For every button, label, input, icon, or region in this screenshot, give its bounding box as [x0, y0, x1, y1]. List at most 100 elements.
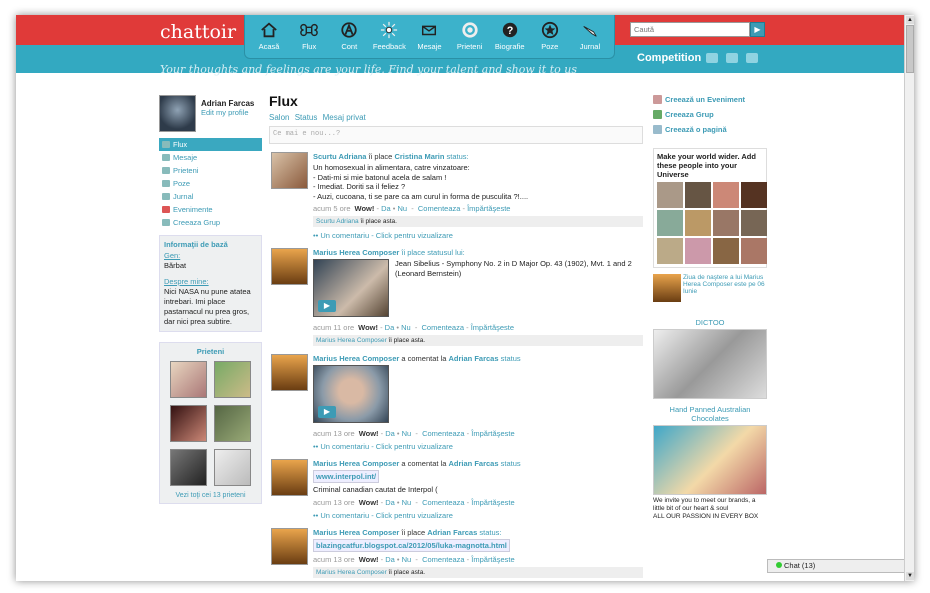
share-link[interactable]: Împărtăşeste [471, 498, 514, 507]
ad-title[interactable]: DICTOO [653, 318, 767, 327]
user-icon[interactable] [706, 53, 718, 63]
post-avatar[interactable] [271, 527, 308, 565]
nav-mesaje[interactable]: Mesaje [409, 15, 449, 58]
vote-yes[interactable]: Da [385, 429, 395, 438]
friend-avatar[interactable] [170, 449, 207, 486]
liker-link[interactable]: Marius Herea Composer [316, 337, 387, 344]
suggested-person[interactable] [657, 238, 683, 264]
nav-flux[interactable]: Flux [289, 15, 329, 58]
menu-jurnal[interactable]: Jurnal [159, 190, 262, 203]
suggested-person[interactable] [741, 210, 767, 236]
vote-no[interactable]: Nu [397, 204, 407, 213]
create-group-link[interactable]: Creeaza Grup [653, 110, 767, 125]
suggested-person[interactable] [741, 182, 767, 208]
video-thumbnail[interactable]: ▶ [313, 259, 389, 317]
post-author[interactable]: Marius Herea Composer [313, 354, 399, 363]
shared-link[interactable]: www.interpol.int/ [313, 470, 380, 483]
ad-image[interactable] [653, 425, 767, 495]
settings-icon[interactable] [746, 53, 758, 63]
create-event-link[interactable]: Creează un Eveniment [653, 95, 767, 110]
suggested-person[interactable] [713, 238, 739, 264]
birthday-notice[interactable]: Ziua de naştere a lui Marius Herea Compo… [653, 274, 767, 304]
search-button[interactable]: ▶ [750, 22, 765, 37]
post-target[interactable]: Adrian Farcas [427, 528, 477, 537]
menu-evenimente[interactable]: Evenimente [159, 203, 262, 216]
ad-title[interactable]: Hand Panned Australian Chocolates [653, 405, 767, 423]
post-target[interactable]: Adrian Farcas [449, 459, 499, 468]
nav-home[interactable]: Acasă [249, 15, 289, 58]
vote-no[interactable]: Nu [401, 323, 411, 332]
liker-link[interactable]: Scurtu Adriana [316, 218, 359, 225]
chat-bar[interactable]: Chat (13) [767, 559, 905, 573]
status-input[interactable]: Ce mai e nou...? [269, 126, 643, 144]
share-link[interactable]: Împărtăşeste [471, 323, 514, 332]
nav-poze[interactable]: Poze [530, 15, 570, 58]
profile-avatar[interactable] [159, 95, 196, 132]
friend-avatar[interactable] [214, 405, 251, 442]
friend-avatar[interactable] [170, 405, 207, 442]
comment-link[interactable]: Comenteaza [418, 204, 461, 213]
vote-yes[interactable]: Da [385, 555, 395, 564]
suggested-person[interactable] [657, 182, 683, 208]
post-author[interactable]: Marius Herea Composer [313, 528, 399, 537]
post-avatar[interactable] [271, 152, 308, 189]
nav-biografie[interactable]: ? Biografie [490, 15, 530, 58]
vote-yes[interactable]: Da [385, 498, 395, 507]
menu-flux[interactable]: Flux [159, 138, 262, 151]
scroll-up-icon[interactable]: ▲ [906, 16, 914, 24]
share-link[interactable]: Împărtăşeste [471, 555, 514, 564]
menu-poze[interactable]: Poze [159, 177, 262, 190]
nav-jurnal[interactable]: Jurnal [570, 15, 610, 58]
view-comment-link[interactable]: •• Un comentariu - Click pentru vizualiz… [313, 231, 643, 240]
post-avatar[interactable] [271, 459, 308, 496]
view-comment-link[interactable]: •• Un comentariu - Click pentru vizualiz… [313, 442, 643, 451]
play-icon[interactable]: ▶ [318, 406, 336, 418]
vote-yes[interactable]: Da [385, 323, 395, 332]
post-avatar[interactable] [271, 248, 308, 285]
search-input[interactable] [630, 22, 750, 37]
post-target[interactable]: Adrian Farcas [449, 354, 499, 363]
scroll-down-icon[interactable]: ▼ [906, 572, 914, 580]
vote-no[interactable]: Nu [402, 429, 412, 438]
suggested-person[interactable] [741, 238, 767, 264]
post-author[interactable]: Scurtu Adriana [313, 152, 366, 161]
all-friends-link[interactable]: Vezi toţi cei 13 prieteni [164, 492, 257, 499]
liker-link[interactable]: Marius Herea Composer [316, 569, 387, 576]
post-avatar[interactable] [271, 354, 308, 391]
scroll-thumb[interactable] [906, 25, 914, 73]
video-thumbnail[interactable]: ▶ [313, 365, 389, 423]
scrollbar[interactable]: ▲ ▼ [904, 15, 914, 581]
tab-salon[interactable]: Salon [269, 113, 289, 122]
vote-no[interactable]: Nu [402, 498, 412, 507]
tab-status[interactable]: Status [295, 113, 318, 122]
comment-link[interactable]: Comenteaza [422, 323, 465, 332]
suggested-person[interactable] [685, 238, 711, 264]
nav-feedback[interactable]: Feedback [369, 15, 409, 58]
tab-mesaj-privat[interactable]: Mesaj privat [323, 113, 366, 122]
comment-link[interactable]: Comenteaza [422, 555, 465, 564]
suggested-person[interactable] [657, 210, 683, 236]
vote-yes[interactable]: Da [381, 204, 391, 213]
suggested-person[interactable] [713, 182, 739, 208]
comment-link[interactable]: Comenteaza [422, 498, 465, 507]
edit-profile-link[interactable]: Edit my profile [201, 108, 249, 117]
play-icon[interactable]: ▶ [318, 300, 336, 312]
suggested-person[interactable] [685, 210, 711, 236]
post-target[interactable]: Cristina Marin [394, 152, 444, 161]
nav-prieteni[interactable]: Prieteni [450, 15, 490, 58]
view-comment-link[interactable]: •• Un comentariu - Click pentru vizualiz… [313, 511, 643, 520]
profile-name[interactable]: Adrian Farcas [201, 99, 254, 108]
share-link[interactable]: Împărtăşeste [467, 204, 510, 213]
suggested-person[interactable] [713, 210, 739, 236]
vote-no[interactable]: Nu [402, 555, 412, 564]
nav-cont[interactable]: Cont [329, 15, 369, 58]
post-author[interactable]: Marius Herea Composer [313, 248, 399, 257]
menu-prieteni[interactable]: Prieteni [159, 164, 262, 177]
site-logo[interactable]: chattoir [160, 21, 236, 43]
friend-avatar[interactable] [214, 449, 251, 486]
share-link[interactable]: Împărtăşeste [471, 429, 514, 438]
suggested-person[interactable] [685, 182, 711, 208]
shared-link[interactable]: blazingcatfur.blogspot.ca/2012/05/luka-m… [313, 538, 510, 552]
friend-avatar[interactable] [214, 361, 251, 398]
friend-avatar[interactable] [170, 361, 207, 398]
